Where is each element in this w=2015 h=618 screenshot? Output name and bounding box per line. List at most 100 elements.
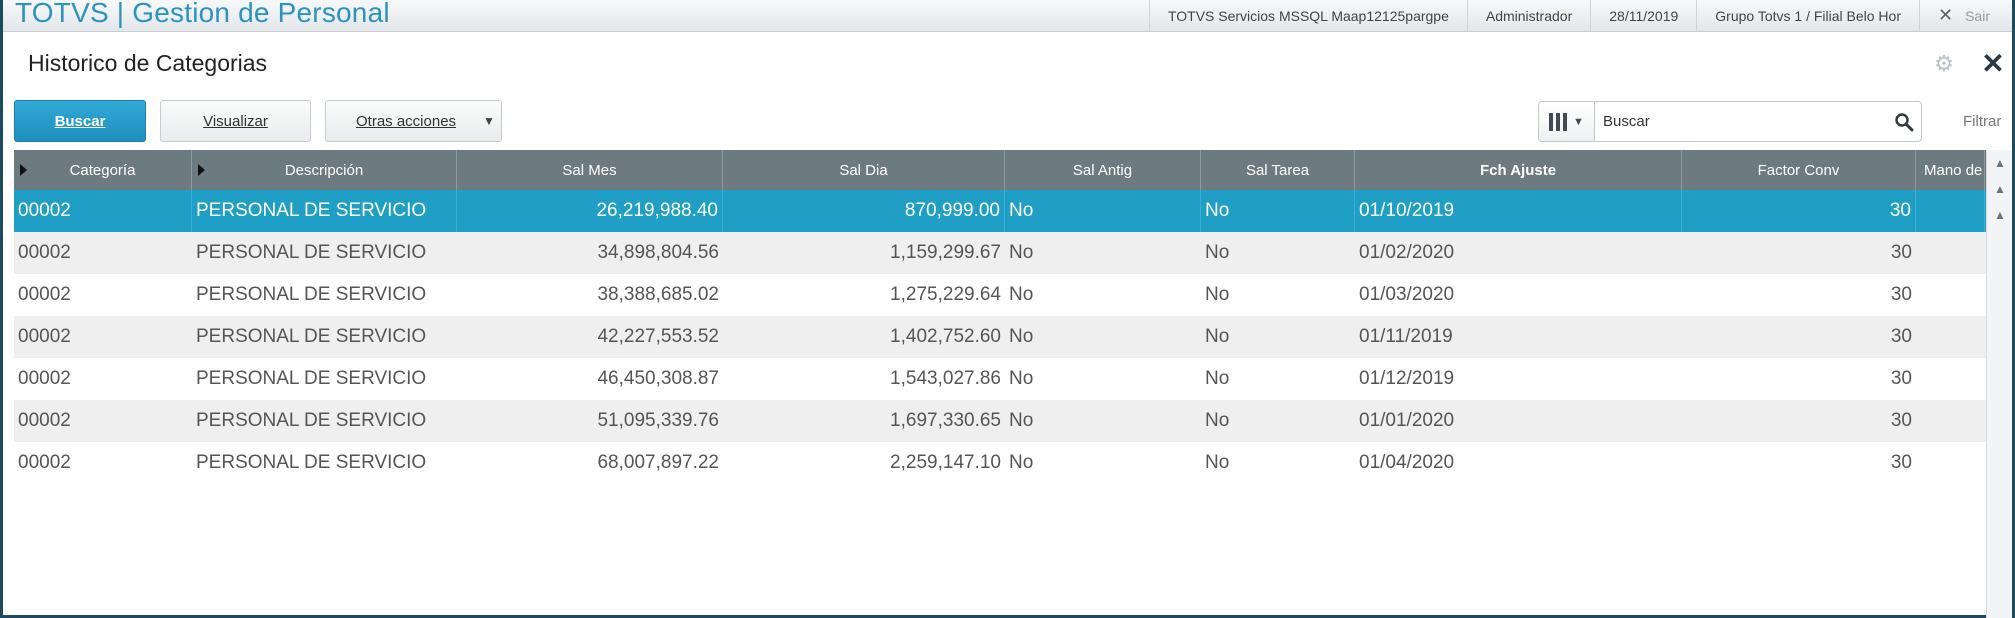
column-header-label: Sal Dia bbox=[839, 161, 888, 179]
cell-sal-dia: 1,543,027.86 bbox=[890, 368, 1001, 389]
column-header-sal-tarea[interactable]: Sal Tarea bbox=[1201, 150, 1355, 190]
cell-factor-conv: 30 bbox=[1890, 242, 1912, 263]
page-title: Historico de Categorias bbox=[28, 50, 268, 76]
cell-descripcion: PERSONAL DE SERVICIO bbox=[196, 242, 427, 263]
cell-descripcion: PERSONAL DE SERVICIO bbox=[196, 410, 427, 431]
cell-sal-mes: 46,450,308.87 bbox=[597, 368, 719, 389]
cell-sal-antig: No bbox=[1009, 410, 1034, 431]
column-header-sal-mes[interactable]: Sal Mes bbox=[457, 150, 723, 190]
columns-icon bbox=[1549, 112, 1568, 131]
cell-sal-tarea: No bbox=[1205, 368, 1230, 389]
cell-sal-mes: 38,388,685.02 bbox=[597, 284, 719, 305]
column-header-fch-ajuste[interactable]: Fch Ajuste bbox=[1355, 150, 1682, 190]
cell-mano-de-obra bbox=[1916, 190, 1985, 232]
table-row[interactable]: 00002 PERSONAL DE SERVICIO 51,095,339.76… bbox=[14, 400, 1986, 442]
cell-factor-conv: 30 bbox=[1890, 284, 1912, 305]
cell-fch-ajuste: 01/04/2020 bbox=[1359, 452, 1455, 473]
column-header-sal-dia[interactable]: Sal Dia bbox=[723, 150, 1005, 190]
cell-descripcion: PERSONAL DE SERVICIO bbox=[196, 452, 427, 473]
cell-fch-ajuste: 01/01/2020 bbox=[1359, 410, 1455, 431]
cell-sal-mes: 68,007,897.22 bbox=[597, 452, 719, 473]
grid-header: Categoría Descripción Sal Mes Sal Dia Sa… bbox=[14, 150, 1986, 190]
gear-icon[interactable]: ⚙ bbox=[1932, 52, 1956, 76]
vertical-scrollbar[interactable]: ▲ ▲ ▲ bbox=[1986, 150, 2012, 618]
column-header-label: Sal Mes bbox=[562, 161, 617, 179]
visualizar-label: Visualizar bbox=[203, 112, 268, 130]
cell-sal-dia: 1,275,229.64 bbox=[890, 284, 1001, 305]
cell-sal-antig: No bbox=[1009, 326, 1034, 347]
cell-sal-antig: No bbox=[1009, 242, 1034, 263]
header-info: TOTVS Servicios MSSQL Maap12125pargpe Ad… bbox=[1148, 0, 2012, 31]
scroll-page-up-icon[interactable]: ▲ bbox=[1987, 176, 2013, 202]
column-header-label: Sal Antig bbox=[1072, 161, 1133, 179]
cell-sal-dia: 1,697,330.65 bbox=[890, 410, 1001, 431]
cell-sal-tarea: No bbox=[1205, 284, 1230, 305]
cell-sal-dia: 1,402,752.60 bbox=[890, 326, 1001, 347]
column-selector[interactable]: ▼ bbox=[1539, 102, 1595, 141]
visualizar-button[interactable]: Visualizar bbox=[160, 100, 311, 142]
scroll-top-icon[interactable]: ▲ bbox=[1987, 150, 2013, 176]
cell-mano-de-obra bbox=[1916, 232, 1985, 274]
search-icon[interactable] bbox=[1887, 102, 1921, 141]
cell-categoria: 00002 bbox=[18, 410, 71, 431]
cell-sal-tarea: No bbox=[1205, 242, 1230, 263]
exit-button[interactable]: ✕ Sair bbox=[1919, 0, 2012, 31]
close-icon: ✕ bbox=[1938, 5, 1954, 25]
cell-fch-ajuste: 01/12/2019 bbox=[1359, 368, 1455, 389]
cell-sal-dia: 2,259,147.10 bbox=[890, 452, 1001, 473]
cell-mano-de-obra bbox=[1916, 442, 1985, 484]
date-label[interactable]: 28/11/2019 bbox=[1590, 0, 1696, 31]
column-header-sal-antig[interactable]: Sal Antig bbox=[1005, 150, 1201, 190]
otras-acciones-button[interactable]: Otras acciones ▼ bbox=[325, 100, 502, 142]
cell-mano-de-obra bbox=[1916, 274, 1985, 316]
cell-fch-ajuste: 01/10/2019 bbox=[1355, 190, 1682, 232]
caret-down-icon: ▼ bbox=[483, 114, 495, 128]
column-header-factor-conv[interactable]: Factor Conv bbox=[1682, 150, 1916, 190]
column-header-descripcion[interactable]: Descripción bbox=[192, 150, 457, 190]
cell-sal-mes: 51,095,339.76 bbox=[597, 410, 719, 431]
data-grid: Categoría Descripción Sal Mes Sal Dia Sa… bbox=[14, 150, 1986, 618]
column-header-mano-de-obra[interactable]: Mano de o bbox=[1916, 150, 1985, 190]
cell-mano-de-obra bbox=[1916, 358, 1985, 400]
cell-factor-conv: 30 bbox=[1890, 452, 1912, 473]
grid-body: 00002 PERSONAL DE SERVICIO 26,219,988.40… bbox=[14, 190, 1986, 484]
app-header: TOTVS | Gestion de Personal TOTVS Servic… bbox=[3, 0, 2012, 32]
column-header-label: Categoría bbox=[69, 161, 136, 179]
buscar-button[interactable]: Buscar bbox=[14, 100, 146, 142]
buscar-label: Buscar bbox=[54, 112, 106, 130]
search-input[interactable] bbox=[1595, 102, 1887, 141]
caret-down-icon: ▼ bbox=[1573, 115, 1584, 128]
column-header-label: Fch Ajuste bbox=[1479, 161, 1557, 179]
cell-sal-tarea: No bbox=[1205, 326, 1230, 347]
cell-factor-conv: 30 bbox=[1682, 190, 1916, 232]
cell-factor-conv: 30 bbox=[1890, 326, 1912, 347]
cell-categoria: 00002 bbox=[18, 452, 71, 473]
table-row[interactable]: 00002 PERSONAL DE SERVICIO 46,450,308.87… bbox=[14, 358, 1986, 400]
cell-sal-dia: 870,999.00 bbox=[723, 190, 1005, 232]
user-label[interactable]: Administrador bbox=[1466, 0, 1590, 31]
table-row[interactable]: 00002 PERSONAL DE SERVICIO 26,219,988.40… bbox=[14, 190, 1986, 232]
otras-acciones-label: Otras acciones bbox=[356, 112, 457, 130]
cell-mano-de-obra bbox=[1916, 400, 1985, 442]
scroll-up-icon[interactable]: ▲ bbox=[1987, 202, 2013, 228]
cell-categoria: 00002 bbox=[14, 190, 192, 232]
sort-marker-icon bbox=[20, 164, 27, 176]
column-header-label: Descripción bbox=[284, 161, 364, 179]
app-brand: TOTVS | Gestion de Personal bbox=[15, 0, 390, 28]
cell-fch-ajuste: 01/02/2020 bbox=[1359, 242, 1455, 263]
close-dialog-icon[interactable]: ✕ bbox=[1980, 50, 2006, 78]
column-header-categoria[interactable]: Categoría bbox=[14, 150, 192, 190]
cell-sal-dia: 1,159,299.67 bbox=[890, 242, 1001, 263]
exit-label: Sair bbox=[1965, 7, 1990, 24]
table-row[interactable]: 00002 PERSONAL DE SERVICIO 68,007,897.22… bbox=[14, 442, 1986, 484]
table-row[interactable]: 00002 PERSONAL DE SERVICIO 34,898,804.56… bbox=[14, 232, 1986, 274]
cell-sal-mes: 26,219,988.40 bbox=[457, 190, 723, 232]
table-row[interactable]: 00002 PERSONAL DE SERVICIO 38,388,685.02… bbox=[14, 274, 1986, 316]
cell-categoria: 00002 bbox=[18, 368, 71, 389]
cell-descripcion: PERSONAL DE SERVICIO bbox=[196, 284, 427, 305]
environment-label[interactable]: TOTVS Servicios MSSQL Maap12125pargpe bbox=[1148, 0, 1467, 31]
table-row[interactable]: 00002 PERSONAL DE SERVICIO 42,227,553.52… bbox=[14, 316, 1986, 358]
branch-label[interactable]: Grupo Totvs 1 / Filial Belo Hor bbox=[1696, 0, 1919, 31]
filtrar-link[interactable]: Filtrar bbox=[1963, 113, 2001, 130]
cell-descripcion: PERSONAL DE SERVICIO bbox=[196, 368, 427, 389]
